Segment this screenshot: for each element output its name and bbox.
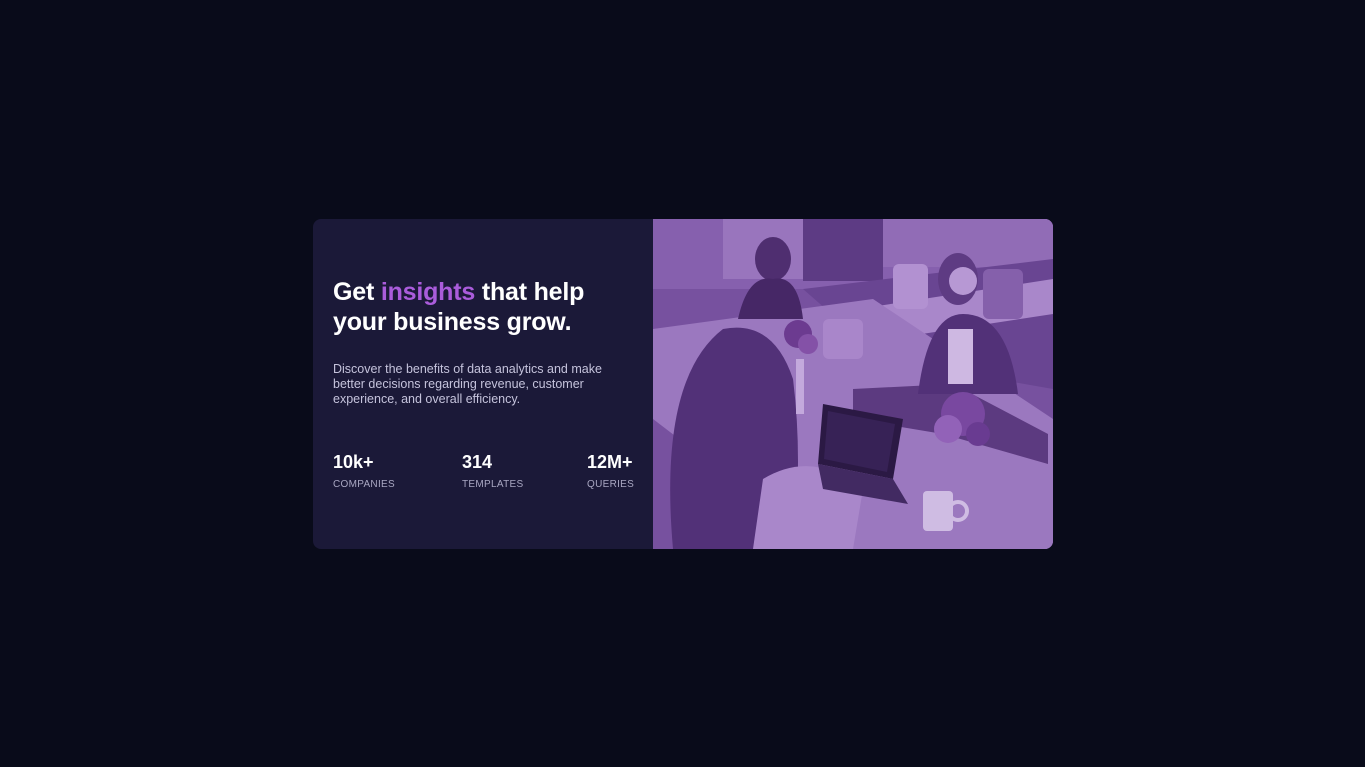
headline-accent: insights bbox=[380, 278, 476, 306]
stat-value: 10k+ bbox=[333, 452, 374, 472]
stat-queries: 12M+ QUERIES bbox=[587, 452, 634, 491]
stat-templates: 314 TEMPLATES bbox=[462, 452, 523, 491]
card-text-panel: Get insights that help your business gro… bbox=[313, 219, 653, 549]
office-photo-image bbox=[653, 219, 1053, 549]
stats-preview-card: Get insights that help your business gro… bbox=[313, 219, 1053, 549]
stats-row: 10k+ COMPANIES 314 TEMPLATES 12M+ QUERIE… bbox=[333, 452, 634, 492]
stat-label: COMPANIES bbox=[333, 479, 395, 490]
headline: Get insights that help your business gro… bbox=[333, 277, 633, 337]
stat-value: 314 bbox=[462, 452, 493, 472]
description: Discover the benefits of data analytics … bbox=[333, 362, 602, 406]
stat-label: QUERIES bbox=[587, 479, 635, 490]
headline-start: Get bbox=[333, 278, 381, 306]
stat-label: TEMPLATES bbox=[462, 479, 524, 490]
stat-value: 12M+ bbox=[587, 452, 633, 472]
office-photo-icon bbox=[653, 219, 1053, 549]
stat-companies: 10k+ COMPANIES bbox=[333, 452, 395, 491]
